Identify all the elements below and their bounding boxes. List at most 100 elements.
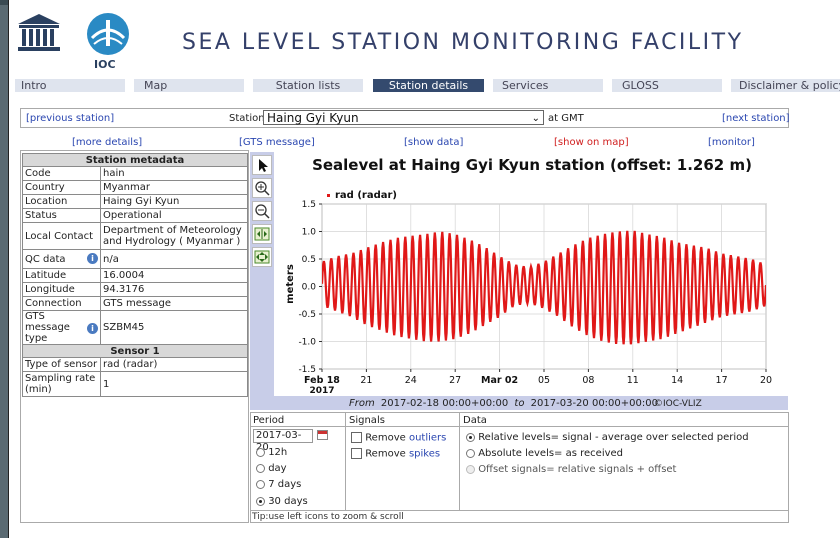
x-tick-label: 20 (760, 375, 772, 386)
period-header: Period (253, 415, 285, 426)
meta-value: Operational (100, 208, 248, 223)
meta-value: Haing Gyi Kyun (100, 194, 248, 209)
data-absolute-levels[interactable]: Absolute levels= as received (466, 448, 623, 459)
period-12h[interactable]: 12h (256, 447, 287, 458)
tip-text: Tip:use left icons to zoom & scroll (252, 512, 404, 522)
meta-label: Location (22, 194, 101, 209)
previous-station-link[interactable]: [previous station] (26, 113, 114, 124)
svg-text:From 2017-02-18 00:00+00: From 2017-02-18 00:00+00:00 to 2017-03-2… (349, 398, 658, 409)
meta-label: Local Contact (22, 222, 101, 250)
pointer-icon[interactable] (252, 155, 272, 175)
y-axis-label: meters (285, 264, 296, 304)
zoom-in-icon[interactable] (252, 178, 272, 198)
footer-to-value: 2017-03-20 00:00+00:00 (531, 398, 658, 409)
info-icon[interactable]: i (87, 253, 98, 264)
chart-footer: From 2017-02-18 00:00+00:00 to 2017-03-2… (349, 398, 702, 409)
radio-icon (256, 463, 265, 473)
x-tick-label: 27 (449, 375, 461, 386)
x-tick-label: Mar 02 (481, 375, 518, 386)
next-station-link[interactable]: [next station] (722, 113, 790, 124)
calendar-icon[interactable] (317, 430, 328, 440)
footer-credit: ©IOC-VLIZ (654, 399, 702, 409)
nav-intro[interactable]: Intro (15, 79, 125, 92)
data-header: Data (463, 415, 487, 426)
zoom-out-icon[interactable] (252, 201, 272, 221)
meta-label-gts: GTS message type i (22, 310, 101, 345)
y-tick-label: 1.5 (302, 200, 316, 210)
period-30-days[interactable]: 30 days (256, 496, 308, 507)
meta-value: n/a (100, 249, 248, 269)
meta-value: 94.3176 (100, 282, 248, 297)
period-day[interactable]: day (256, 463, 287, 474)
nav-services[interactable]: Services (493, 79, 603, 92)
y-tick-label: 0.5 (302, 255, 316, 265)
station-select-value: Haing Gyi Kyun (267, 111, 359, 125)
station-label: Station (229, 113, 265, 124)
monitor-link[interactable]: [monitor] (708, 137, 755, 148)
meta-label: Connection (22, 296, 101, 311)
x-tick-label: 05 (538, 375, 550, 386)
y-tick-label: 0.0 (302, 283, 317, 293)
y-tick-label: -1.5 (298, 365, 316, 375)
radio-icon (256, 447, 265, 457)
meta-label: Longitude (22, 282, 101, 297)
info-icon[interactable]: i (87, 323, 98, 334)
ioc-label: IOC (94, 58, 116, 71)
more-details-link[interactable]: [more details] (72, 137, 142, 148)
radio-icon (256, 479, 265, 489)
data-relative-levels[interactable]: Relative levels= signal - average over s… (466, 432, 749, 443)
data-offset-signals[interactable]: Offset signals= relative signals + offse… (466, 464, 676, 475)
meta-value: Myanmar (100, 180, 248, 195)
meta-value: 16.0004 (100, 268, 248, 283)
outliers-link[interactable]: outliers (409, 433, 446, 444)
signals-header: Signals (349, 415, 385, 426)
x-tick-label: 11 (627, 375, 639, 386)
remove-outliers-checkbox[interactable]: Remove outliers (351, 432, 446, 444)
nav-station-details[interactable]: Station details (373, 79, 484, 92)
nav-gloss[interactable]: GLOSS (612, 79, 722, 92)
meta-label: Status (22, 208, 101, 223)
pan-all-icon[interactable] (252, 247, 272, 267)
x-tick-label: Feb 18 (304, 375, 340, 386)
x-tick-label: 08 (582, 375, 594, 386)
checkbox-icon (351, 448, 362, 459)
chart-title: Sealevel at Haing Gyi Kyun station (offs… (312, 156, 752, 174)
x-tick-sublabel: 2017 (309, 386, 334, 396)
pan-horizontal-icon[interactable] (252, 224, 272, 244)
sealevel-chart[interactable]: Sealevel at Haing Gyi Kyun station (offs… (274, 152, 788, 410)
nav-station-lists[interactable]: Station lists (253, 79, 363, 92)
period-7-days[interactable]: 7 days (256, 479, 301, 490)
remove-spikes-checkbox[interactable]: Remove spikes (351, 448, 440, 460)
checkbox-icon (351, 432, 362, 443)
x-tick-label: 14 (671, 375, 683, 386)
x-tick-label: 21 (360, 375, 372, 386)
y-tick-label: -0.5 (298, 310, 316, 320)
sensor-header: Sensor 1 (22, 344, 248, 358)
metadata-table: Station metadata Code hain Country Myanmar… (22, 153, 248, 397)
nav-map[interactable]: Map (134, 79, 244, 92)
spikes-link[interactable]: spikes (409, 449, 440, 460)
radio-icon (466, 464, 475, 474)
show-data-link[interactable]: [show data] (404, 137, 463, 148)
meta-label: Type of sensor (22, 357, 101, 372)
radio-icon (466, 432, 475, 442)
metadata-header: Station metadata (22, 153, 248, 167)
radio-icon (256, 496, 265, 506)
x-tick-label: 24 (405, 375, 417, 386)
x-tick-label: 17 (716, 375, 728, 386)
unesco-logo (14, 12, 64, 54)
meta-label-qc: QC data i (22, 249, 101, 269)
meta-label: Country (22, 180, 101, 195)
legend: rad (radar) (327, 190, 397, 201)
footer-from-value: 2017-02-18 00:00+00:00 (381, 398, 508, 409)
show-on-map-link[interactable]: [show on map] (554, 137, 629, 148)
gts-message-link[interactable]: [GTS message] (239, 137, 315, 148)
meta-value: SZBM45 (100, 310, 248, 345)
legend-label: rad (radar) (335, 190, 397, 201)
meta-value: Department of Meteorology and Hydrology … (100, 222, 248, 250)
station-select[interactable]: Haing Gyi Kyun ⌄ (263, 110, 544, 125)
period-date-input[interactable]: 2017-03-20 (253, 429, 313, 453)
nav-disclaimer-policy[interactable]: Disclaimer & policy (731, 79, 840, 92)
legend-marker (327, 194, 330, 197)
y-tick-label: -1.0 (298, 338, 316, 348)
